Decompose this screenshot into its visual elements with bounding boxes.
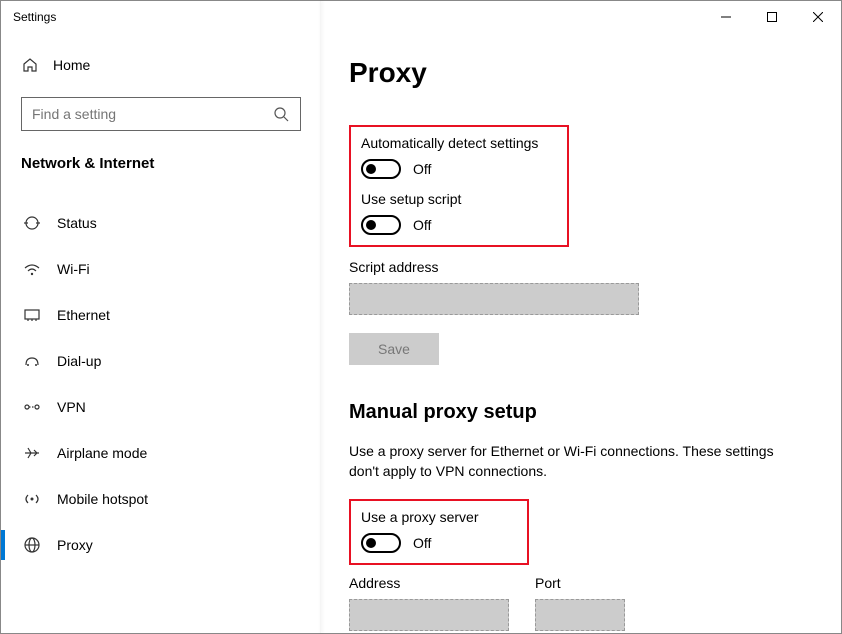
script-address-input[interactable] xyxy=(349,283,639,315)
manual-heading: Manual proxy setup xyxy=(349,401,813,424)
search-box[interactable] xyxy=(21,97,301,131)
setupscript-state: Off xyxy=(413,217,431,233)
nav-label: Proxy xyxy=(57,537,93,553)
autodetect-toggle[interactable] xyxy=(361,159,401,179)
nav-item-ethernet[interactable]: Ethernet xyxy=(21,292,321,338)
nav-item-dialup[interactable]: Dial-up xyxy=(21,338,321,384)
nav-label: Wi-Fi xyxy=(57,261,90,277)
window-title: Settings xyxy=(13,10,56,24)
vpn-icon xyxy=(23,398,41,416)
port-input[interactable] xyxy=(535,599,625,631)
useproxy-label: Use a proxy server xyxy=(361,509,517,525)
ethernet-icon xyxy=(23,306,41,324)
window-controls xyxy=(703,1,841,33)
address-input[interactable] xyxy=(349,599,509,631)
home-icon xyxy=(21,56,39,74)
airplane-icon xyxy=(23,444,41,462)
maximize-button[interactable] xyxy=(749,1,795,33)
port-label: Port xyxy=(535,575,625,591)
hotspot-icon xyxy=(23,490,41,508)
nav-item-proxy[interactable]: Proxy xyxy=(21,522,321,568)
setupscript-label: Use setup script xyxy=(361,191,557,207)
autodetect-state: Off xyxy=(413,161,431,177)
close-button[interactable] xyxy=(795,1,841,33)
address-label: Address xyxy=(349,575,509,591)
nav-label: Mobile hotspot xyxy=(57,491,148,507)
content-area: Proxy Automatically detect settings Off … xyxy=(321,33,841,633)
save-button[interactable]: Save xyxy=(349,333,439,365)
script-address-label: Script address xyxy=(349,259,813,275)
dialup-icon xyxy=(23,352,41,370)
page-title: Proxy xyxy=(349,57,813,89)
nav-label: Airplane mode xyxy=(57,445,147,461)
titlebar: Settings xyxy=(1,1,841,33)
search-input[interactable] xyxy=(32,106,272,122)
minimize-button[interactable] xyxy=(703,1,749,33)
status-icon xyxy=(23,214,41,232)
nav-label: Dial-up xyxy=(57,353,101,369)
home-label: Home xyxy=(53,57,90,73)
proxy-icon xyxy=(23,536,41,554)
nav-label: Ethernet xyxy=(57,307,110,323)
useproxy-toggle[interactable] xyxy=(361,533,401,553)
home-nav[interactable]: Home xyxy=(21,45,321,85)
nav-item-airplane[interactable]: Airplane mode xyxy=(21,430,321,476)
manual-description: Use a proxy server for Ethernet or Wi-Fi… xyxy=(349,442,789,481)
wifi-icon xyxy=(23,260,41,278)
useproxy-state: Off xyxy=(413,535,431,551)
nav-list: Status Wi-Fi Ethernet Dial-up xyxy=(21,200,321,568)
setupscript-toggle[interactable] xyxy=(361,215,401,235)
nav-label: VPN xyxy=(57,399,86,415)
search-icon xyxy=(272,105,290,123)
sidebar: Home Network & Internet Status Wi-Fi xyxy=(1,33,321,633)
nav-item-vpn[interactable]: VPN xyxy=(21,384,321,430)
nav-item-wifi[interactable]: Wi-Fi xyxy=(21,246,321,292)
nav-label: Status xyxy=(57,215,97,231)
nav-item-status[interactable]: Status xyxy=(21,200,321,246)
highlight-box-manual: Use a proxy server Off xyxy=(349,499,529,565)
section-title: Network & Internet xyxy=(21,155,321,172)
autodetect-label: Automatically detect settings xyxy=(361,135,557,151)
nav-item-hotspot[interactable]: Mobile hotspot xyxy=(21,476,321,522)
highlight-box-auto: Automatically detect settings Off Use se… xyxy=(349,125,569,247)
